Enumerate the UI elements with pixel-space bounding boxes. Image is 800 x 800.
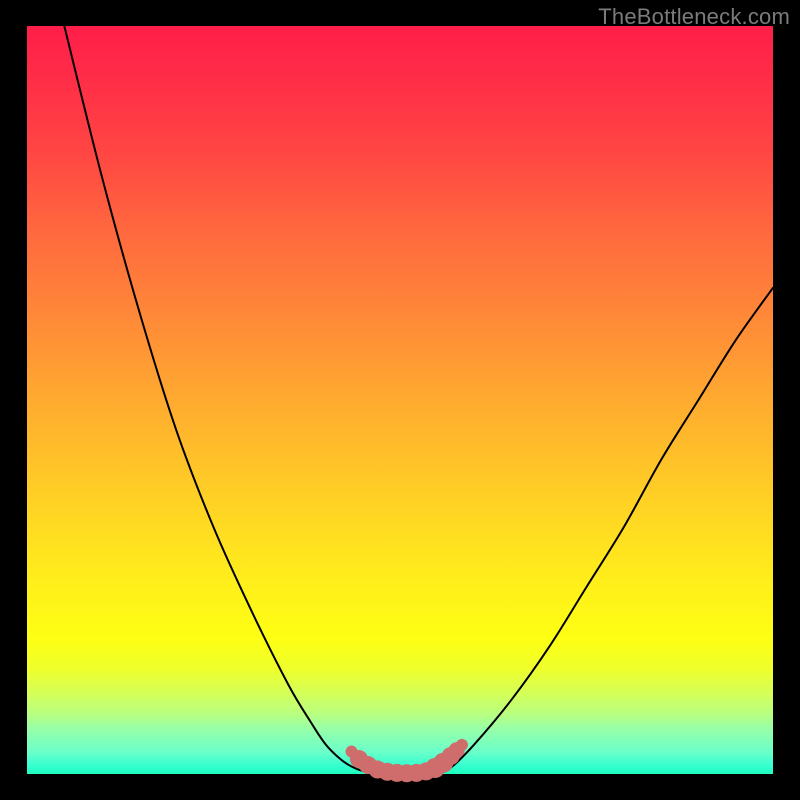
marker-group [346,739,468,782]
valley-marker [456,739,468,751]
curve-group [64,26,773,774]
plot-area [27,26,773,774]
chart-frame: TheBottleneck.com [0,0,800,800]
chart-svg [27,26,773,774]
bottleneck-curve [64,26,773,774]
watermark-text: TheBottleneck.com [598,4,790,30]
